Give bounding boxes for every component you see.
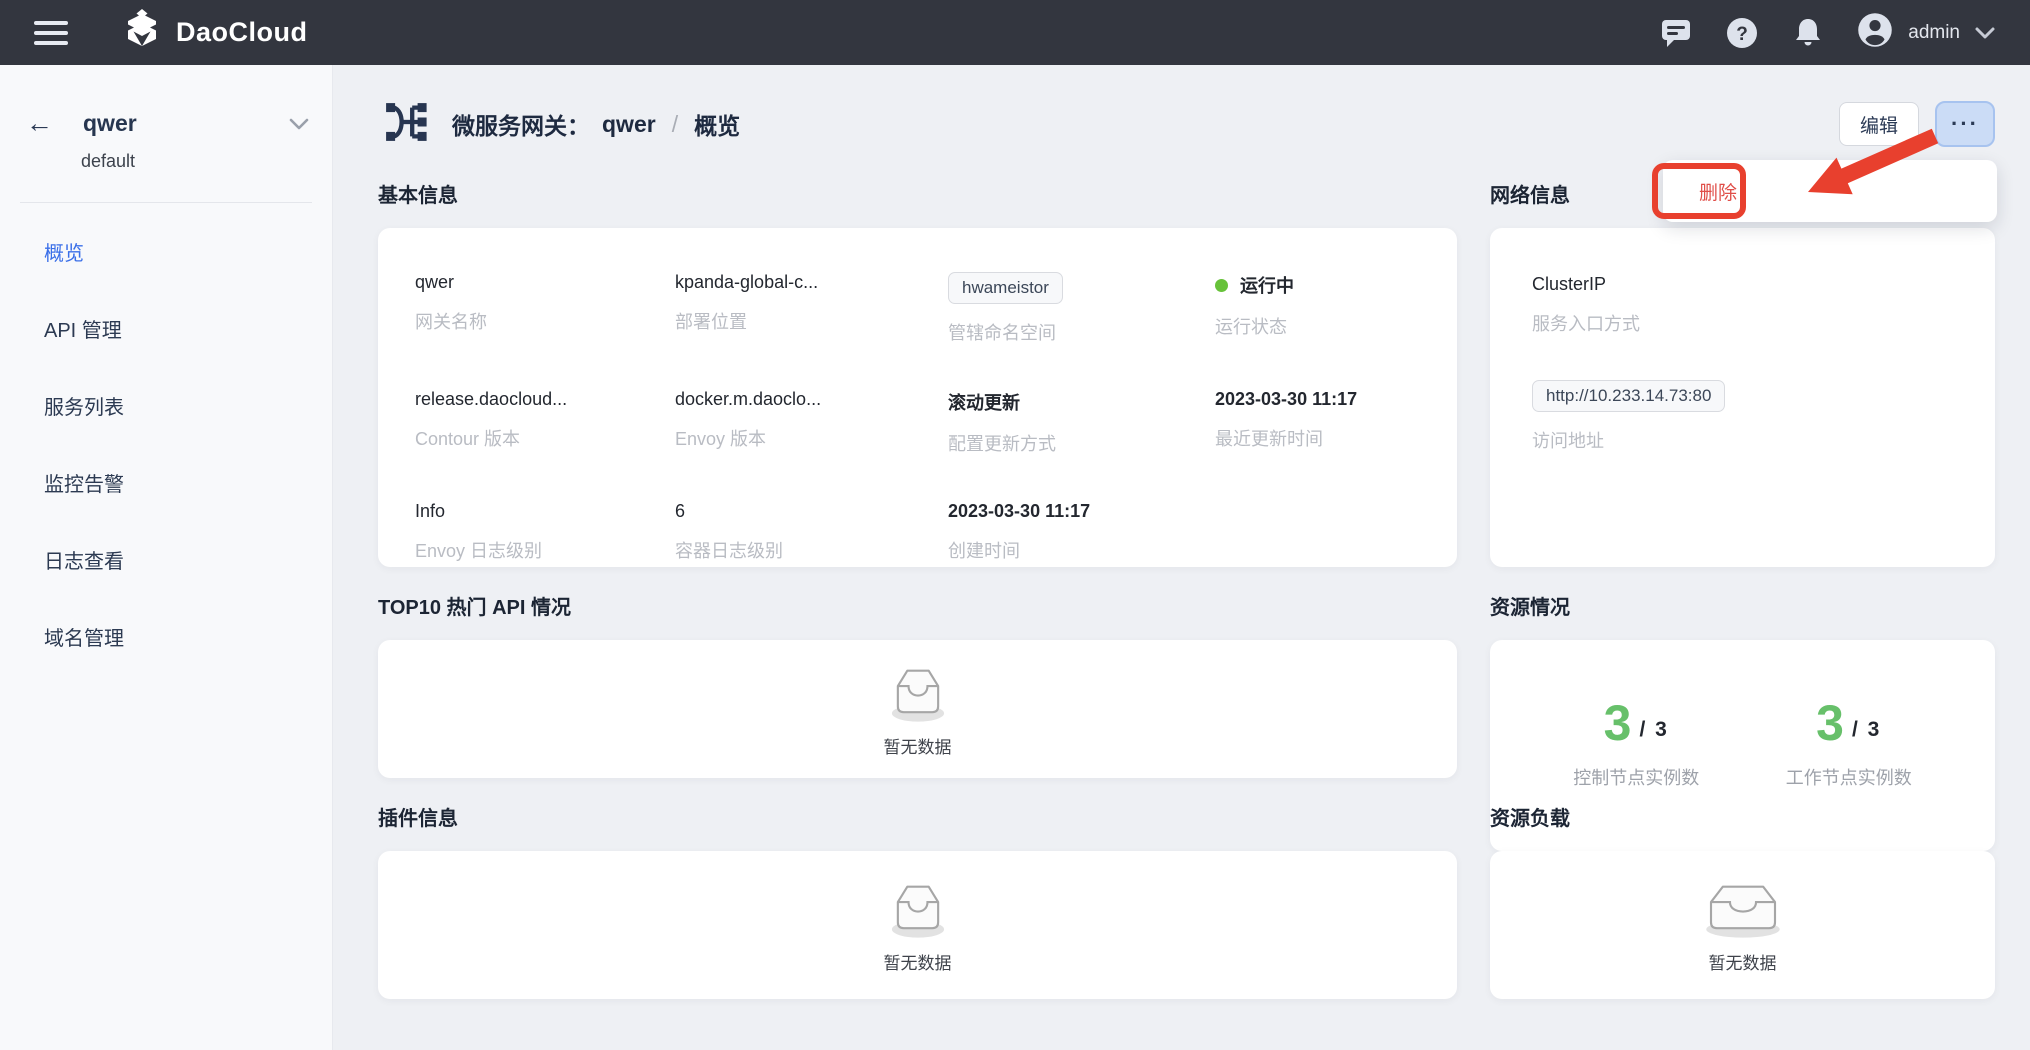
field-update-strategy: 滚动更新 配置更新方式	[948, 389, 1215, 460]
field-last-updated: 2023-03-30 11:17 最近更新时间	[1215, 389, 1447, 460]
breadcrumb-current: 概览	[694, 107, 740, 141]
empty-inbox-icon	[878, 660, 958, 729]
sidebar-item-overview[interactable]: 概览	[0, 213, 332, 290]
resources-heading: 资源情况	[1490, 591, 1995, 620]
worker-node-stat: 3 / 3 工作节点实例数	[1786, 701, 1912, 790]
page-title-prefix: 微服务网关：	[452, 107, 590, 141]
breadcrumb-separator: /	[668, 111, 682, 138]
delete-menu-item[interactable]: 删除	[1663, 178, 1737, 205]
field-created-time: 2023-03-30 11:17 创建时间	[948, 501, 1215, 567]
message-icon[interactable]	[1658, 15, 1694, 51]
worker-node-total: 3	[1868, 718, 1882, 741]
control-node-current: 3	[1604, 701, 1632, 746]
brand-name: DaoCloud	[176, 17, 308, 48]
svg-text:?: ?	[1736, 24, 1748, 45]
basic-info-card: qwer 网关名称 kpanda-global-c... 部署位置 hwamei…	[378, 228, 1457, 567]
breadcrumb-gateway-name[interactable]: qwer	[602, 111, 656, 138]
load-section: 资源负载 暂无数据	[1490, 778, 1995, 999]
notification-bell-icon[interactable]	[1790, 15, 1826, 51]
help-icon[interactable]: ?	[1724, 15, 1760, 51]
empty-inbox-icon	[1691, 876, 1795, 945]
sidebar-item-log-viewer[interactable]: 日志查看	[0, 521, 332, 598]
worker-node-current: 3	[1816, 701, 1844, 746]
service-entry-value: ClusterIP	[1532, 274, 1955, 295]
page-header: 微服务网关： qwer / 概览 编辑 ···	[378, 95, 1995, 153]
sidebar-nav: 概览 API 管理 服务列表 监控告警 日志查看 域名管理	[0, 203, 332, 675]
plugins-card: 暂无数据	[378, 851, 1457, 999]
more-actions-button[interactable]: ···	[1935, 101, 1995, 147]
field-managed-namespace: hwameistor 管辖命名空间	[948, 272, 1215, 349]
plugins-heading: 插件信息	[378, 802, 1457, 831]
gateway-name-title[interactable]: qwer	[83, 110, 137, 137]
network-info-card: ClusterIP 服务入口方式 http://10.233.14.73:80 …	[1490, 228, 1995, 567]
control-node-stat: 3 / 3 控制节点实例数	[1573, 701, 1699, 790]
empty-text: 暂无数据	[884, 949, 952, 974]
control-node-total: 3	[1655, 718, 1669, 741]
sidebar-item-monitoring-alerts[interactable]: 监控告警	[0, 444, 332, 521]
hamburger-menu-icon[interactable]	[34, 21, 68, 45]
field-deploy-location: kpanda-global-c... 部署位置	[675, 272, 948, 349]
field-contour-version: release.daocloud... Contour 版本	[415, 389, 675, 460]
top-api-heading: TOP10 热门 API 情况	[378, 591, 1457, 620]
username-label: admin	[1908, 22, 1960, 44]
resources-section: 资源情况 3 / 3 控制节点实例数 3 / 3 工作节点实例数	[1490, 567, 1995, 778]
back-arrow-icon[interactable]: ←	[26, 110, 53, 137]
namespace-label: default	[0, 137, 332, 172]
basic-info-section: 基本信息 qwer 网关名称 kpanda-global-c... 部署位置 h…	[378, 155, 1457, 567]
daocloud-logo[interactable]: DaoCloud	[120, 8, 308, 57]
field-container-log-level: 6 容器日志级别	[675, 501, 948, 567]
field-gateway-name: qwer 网关名称	[415, 272, 675, 349]
plugins-section: 插件信息 暂无数据	[378, 778, 1457, 999]
edit-button[interactable]: 编辑	[1839, 102, 1919, 146]
page-title: 微服务网关： qwer / 概览	[452, 107, 740, 141]
namespace-chip: hwameistor	[948, 272, 1063, 304]
empty-text: 暂无数据	[1709, 949, 1777, 974]
field-run-status: 运行中 运行状态	[1215, 272, 1447, 349]
sidebar: ← qwer default 概览 API 管理 服务列表 监控告警 日志查看 …	[0, 65, 333, 1050]
access-address-label: 访问地址	[1532, 427, 1955, 453]
status-dot-icon	[1215, 279, 1228, 292]
load-heading: 资源负载	[1490, 802, 1995, 831]
gateway-switch-chevron-icon[interactable]	[288, 117, 310, 131]
top-api-card: 暂无数据	[378, 640, 1457, 778]
sidebar-item-domain-management[interactable]: 域名管理	[0, 598, 332, 675]
user-chevron-down-icon	[1974, 26, 1996, 40]
basic-info-heading: 基本信息	[378, 179, 1457, 208]
avatar-icon	[1856, 11, 1894, 54]
gateway-branch-icon	[378, 98, 432, 151]
daocloud-logo-icon	[120, 8, 164, 57]
more-actions-dropdown: 删除	[1663, 160, 1997, 222]
field-envoy-log-level: Info Envoy 日志级别	[415, 501, 675, 567]
top-navbar: DaoCloud ?	[0, 0, 2030, 65]
empty-inbox-icon	[878, 876, 958, 945]
load-card: 暂无数据	[1490, 851, 1995, 999]
top-api-section: TOP10 热门 API 情况 暂无数据	[378, 567, 1457, 778]
field-envoy-version: docker.m.daoclo... Envoy 版本	[675, 389, 948, 460]
user-menu[interactable]: admin	[1856, 11, 1996, 54]
service-entry-label: 服务入口方式	[1532, 310, 1955, 336]
access-address-chip[interactable]: http://10.233.14.73:80	[1532, 380, 1725, 412]
sidebar-item-service-list[interactable]: 服务列表	[0, 367, 332, 444]
empty-text: 暂无数据	[884, 733, 952, 758]
sidebar-item-api-management[interactable]: API 管理	[0, 290, 332, 367]
